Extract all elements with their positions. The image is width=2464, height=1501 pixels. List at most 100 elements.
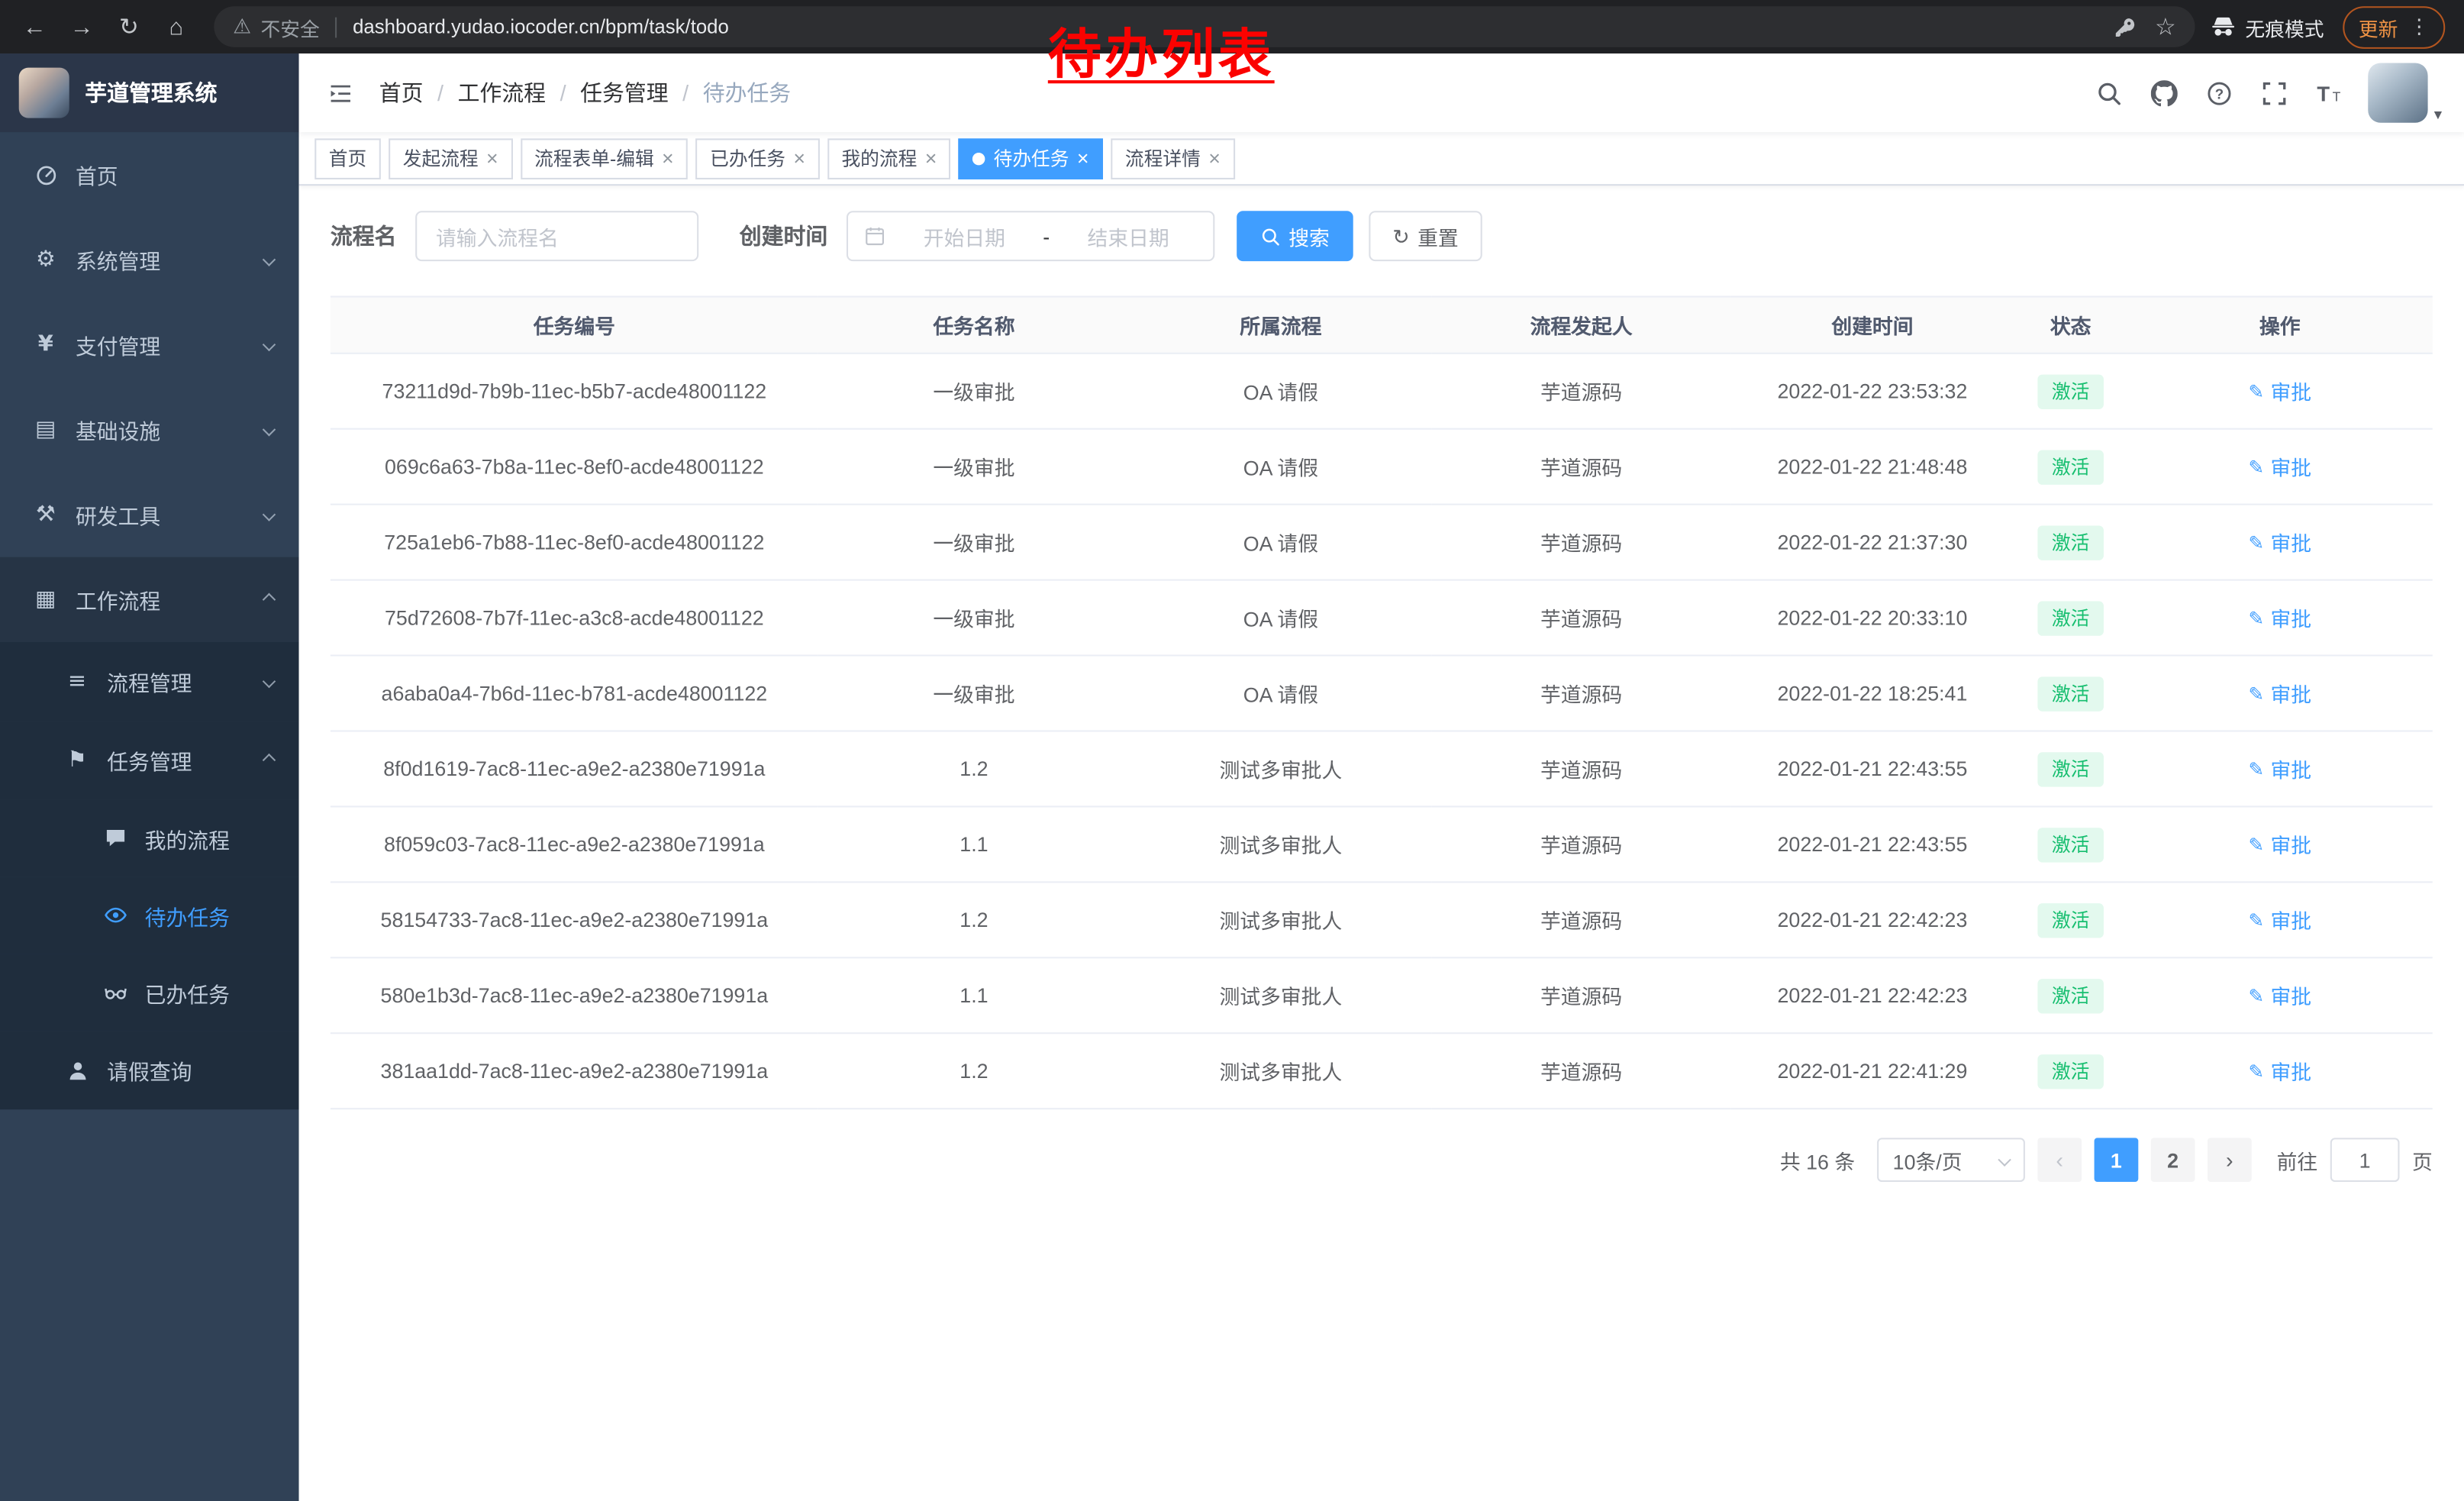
initiator-cell: 芋道源码 [1432, 580, 1731, 656]
sidebar-item-label: 基础设施 [76, 414, 264, 445]
approve-link[interactable]: ✎审批 [2249, 528, 2312, 557]
column-header: 状态 [2014, 297, 2127, 353]
password-key-icon[interactable] [2112, 15, 2136, 39]
avatar-caret-icon[interactable]: ▾ [2434, 107, 2442, 124]
goto-label: 前往 [2277, 1145, 2318, 1175]
process-name-label: 流程名 [331, 221, 397, 252]
approve-link[interactable]: ✎审批 [2249, 376, 2312, 406]
tab-close-icon[interactable]: × [662, 148, 674, 169]
tab-item[interactable]: 首页 [314, 137, 381, 179]
chat-icon [101, 826, 129, 850]
task-name-cell: 一级审批 [818, 580, 1130, 656]
tab-item[interactable]: 待办任务× [959, 137, 1103, 179]
goto-page-input[interactable]: 1 [2330, 1138, 2400, 1182]
sidebar-item-my-process[interactable]: 我的流程 [0, 799, 299, 876]
tab-item[interactable]: 我的流程 × [827, 137, 951, 179]
sidebar-item-workflow[interactable]: ▦工作流程 [0, 557, 299, 642]
more-menu-icon[interactable]: ⋮ [2409, 15, 2430, 40]
forward-icon[interactable]: → [60, 5, 104, 49]
sidebar-item-home[interactable]: 首页 [0, 132, 299, 217]
approve-link[interactable]: ✎审批 [2249, 602, 2312, 632]
start-date-placeholder: 开始日期 [895, 221, 1034, 251]
tab-close-icon[interactable]: × [486, 148, 498, 169]
breadcrumb-separator: / [682, 80, 689, 105]
date-range-picker[interactable]: 开始日期 - 结束日期 [847, 211, 1214, 261]
tab-close-icon[interactable]: × [1077, 148, 1089, 169]
end-date-placeholder: 结束日期 [1059, 221, 1198, 251]
table-row: 725a1eb6-7b88-11ec-8ef0-acde48001122一级审批… [331, 505, 2433, 580]
approve-link[interactable]: ✎审批 [2249, 452, 2312, 482]
tab-close-icon[interactable]: × [793, 148, 805, 169]
tab-label: 我的流程 [841, 145, 917, 172]
search-button[interactable]: 搜索 [1237, 211, 1353, 261]
status-badge: 激活 [2037, 374, 2104, 408]
sidebar-item-payment-mgmt[interactable]: ¥支付管理 [0, 302, 299, 387]
status-cell: 激活 [2014, 1033, 2127, 1109]
tab-item[interactable]: 流程表单-编辑× [521, 137, 689, 179]
user-avatar[interactable] [2368, 63, 2427, 122]
infra-icon: ▤ [31, 418, 60, 441]
approve-label: 审批 [2270, 528, 2311, 557]
sidebar-item-done-task[interactable]: 已办任务 [0, 954, 299, 1031]
status-badge: 激活 [2037, 525, 2104, 559]
reload-icon[interactable]: ↻ [107, 5, 151, 49]
prev-page-button[interactable]: ‹ [2037, 1138, 2082, 1182]
security-label: 不安全 [260, 11, 319, 41]
breadcrumb-item[interactable]: 首页 [379, 77, 424, 108]
approve-link[interactable]: ✎审批 [2249, 678, 2312, 708]
sidebar-item-dev-tools[interactable]: ⚒研发工具 [0, 472, 299, 557]
table-row: 580e1b3d-7ac8-11ec-a9e2-a2380e71991a1.1测… [331, 957, 2433, 1033]
approve-link[interactable]: ✎审批 [2249, 1056, 2312, 1086]
status-badge: 激活 [2037, 676, 2104, 710]
approve-label: 审批 [2270, 602, 2311, 632]
next-page-button[interactable]: › [2208, 1138, 2252, 1182]
sidebar-item-process-mgmt[interactable]: ≡流程管理 [0, 642, 299, 721]
help-icon[interactable]: ? [2206, 79, 2233, 106]
list-icon: ≡ [63, 670, 91, 692]
bookmark-star-icon[interactable]: ☆ [2155, 12, 2176, 40]
sidebar-item-todo-task[interactable]: 待办任务 [0, 876, 299, 954]
github-icon[interactable] [2151, 79, 2178, 106]
breadcrumb-item[interactable]: 任务管理 [580, 77, 668, 108]
fullscreen-icon[interactable] [2261, 79, 2288, 106]
tab-item[interactable]: 流程详情× [1111, 137, 1234, 179]
sidebar-item-system-mgmt[interactable]: ⚙系统管理 [0, 217, 299, 302]
action-cell: ✎审批 [2127, 656, 2433, 731]
approve-link[interactable]: ✎审批 [2249, 905, 2312, 934]
page-number[interactable]: 2 [2151, 1138, 2195, 1182]
sidebar-item-leave-query[interactable]: 请假查询 [0, 1031, 299, 1109]
search-button-label: 搜索 [1288, 221, 1330, 251]
approve-link[interactable]: ✎审批 [2249, 829, 2312, 859]
back-icon[interactable]: ← [12, 5, 56, 49]
svg-text:T: T [2333, 88, 2341, 103]
sidebar-item-task-mgmt[interactable]: ⚑任务管理 [0, 721, 299, 799]
tools-icon: ⚒ [31, 504, 60, 526]
url-text: dashboard.yudao.iocoder.cn/bpm/task/todo [353, 16, 729, 38]
tab-close-icon[interactable]: × [1208, 148, 1221, 169]
sidebar-item-infrastructure[interactable]: ▤ 基础设施 [0, 387, 299, 472]
reset-button[interactable]: ↻ 重置 [1369, 211, 1482, 261]
tab-close-icon[interactable]: × [925, 148, 937, 169]
breadcrumb-item[interactable]: 工作流程 [458, 77, 546, 108]
update-button[interactable]: 更新 ⋮ [2343, 5, 2445, 48]
tab-item[interactable]: 发起流程× [389, 137, 512, 179]
initiator-cell: 芋道源码 [1432, 731, 1731, 806]
approve-link[interactable]: ✎审批 [2249, 980, 2312, 1010]
search-icon[interactable] [2096, 79, 2123, 106]
tab-item[interactable]: 已办任务× [696, 137, 820, 179]
font-size-icon[interactable]: TT [2316, 79, 2343, 106]
action-cell: ✎审批 [2127, 882, 2433, 957]
task-name-cell: 1.2 [818, 882, 1130, 957]
sidebar-collapse-icon[interactable] [327, 79, 354, 106]
action-cell: ✎审批 [2127, 353, 2433, 429]
home-icon[interactable]: ⌂ [154, 5, 198, 49]
app-root: 芋道管理系统 首页⚙系统管理¥支付管理▤基础设施⚒研发工具▦工作流程≡流程管理⚑… [0, 53, 2464, 1501]
page-size-select[interactable]: 10条/页 [1877, 1138, 2025, 1182]
approve-link[interactable]: ✎审批 [2249, 754, 2312, 783]
initiator-cell: 芋道源码 [1432, 505, 1731, 580]
process-name-input[interactable]: 请输入流程名 [415, 211, 698, 261]
page-number[interactable]: 1 [2095, 1138, 2139, 1182]
svg-text:T: T [2317, 81, 2330, 105]
status-badge: 激活 [2037, 902, 2104, 937]
table-row: 73211d9d-7b9b-11ec-b5b7-acde48001122一级审批… [331, 353, 2433, 429]
